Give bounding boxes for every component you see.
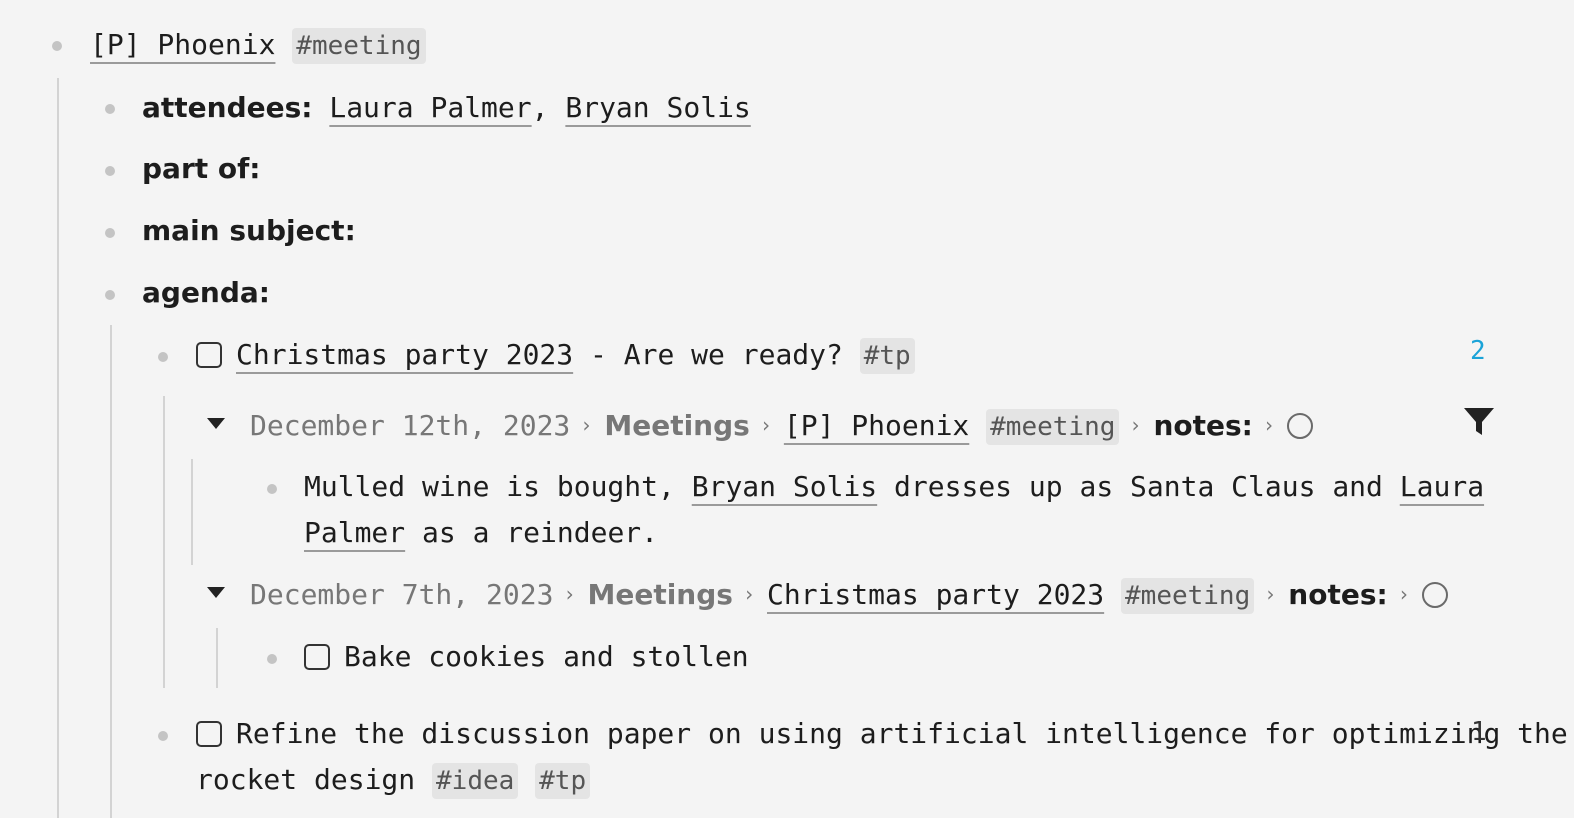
breadcrumb-field[interactable]: notes: xyxy=(1288,578,1387,611)
bullet[interactable] xyxy=(158,352,168,362)
item-text: Refine the discussion paper on using art… xyxy=(236,717,1568,750)
filter-icon[interactable] xyxy=(1463,407,1495,437)
attendees-row: attendees: Laura Palmer, Bryan Solis xyxy=(142,91,751,124)
chevron-right-icon: › xyxy=(759,413,772,437)
tag-tp[interactable]: #tp xyxy=(535,763,591,799)
chevron-right-icon: › xyxy=(580,413,593,437)
item-text: - Are we ready? xyxy=(573,338,843,371)
page-title-link[interactable]: [P] Phoenix xyxy=(90,28,275,61)
circle-status-icon[interactable] xyxy=(1286,413,1313,439)
task-text: Bake cookies and stollen xyxy=(344,640,749,673)
tag-meeting[interactable]: #meeting xyxy=(292,28,426,64)
root-row: [P] Phoenix #meeting xyxy=(90,28,426,64)
chevron-right-icon: › xyxy=(1397,582,1410,606)
breadcrumb-date[interactable]: December 7th, 2023 xyxy=(250,578,553,611)
attendee-link[interactable]: Bryan Solis xyxy=(565,91,750,124)
field-label-agenda: agenda: xyxy=(142,276,270,309)
chevron-right-icon: › xyxy=(563,582,576,606)
note-text: as a reindeer. xyxy=(422,516,659,549)
tag-meeting[interactable]: #meeting xyxy=(986,409,1120,445)
breadcrumb-date[interactable]: December 12th, 2023 xyxy=(250,409,570,442)
bullet[interactable] xyxy=(52,41,62,51)
bullet[interactable] xyxy=(105,290,115,300)
attendee-link[interactable]: Laura Palmer xyxy=(329,91,531,124)
indent-guide xyxy=(110,325,112,818)
checkbox-icon[interactable] xyxy=(196,721,222,747)
chevron-right-icon: › xyxy=(742,582,755,606)
reference-count[interactable]: 2 xyxy=(1470,336,1486,366)
field-label-main-subject: main subject: xyxy=(142,214,356,247)
indent-guide xyxy=(191,459,193,565)
field-label-attendees: attendees: xyxy=(142,91,313,124)
breadcrumb-folder[interactable]: Meetings xyxy=(587,578,732,611)
breadcrumb-folder[interactable]: Meetings xyxy=(604,409,749,442)
breadcrumb-page[interactable]: [P] Phoenix xyxy=(784,409,969,442)
separator: , xyxy=(531,91,549,124)
breadcrumb-field[interactable]: notes: xyxy=(1153,409,1252,442)
reference-breadcrumb: December 12th, 2023 › Meetings › [P] Phoenix… xyxy=(250,409,1313,445)
checkbox-icon[interactable] xyxy=(196,342,222,368)
bullet[interactable] xyxy=(105,228,115,238)
bullet[interactable] xyxy=(267,484,277,494)
note-text-line2: Palmer as a reindeer. xyxy=(304,516,658,549)
collapse-triangle-icon[interactable] xyxy=(207,418,225,429)
agenda-item: Christmas party 2023 - Are we ready? #tp xyxy=(196,338,915,374)
bullet[interactable] xyxy=(158,731,168,741)
note-text: Mulled wine is bought, xyxy=(304,470,675,503)
checkbox-icon[interactable] xyxy=(304,644,330,670)
bullet[interactable] xyxy=(105,166,115,176)
breadcrumb-page[interactable]: Christmas party 2023 xyxy=(767,578,1104,611)
tag-tp[interactable]: #tp xyxy=(859,338,915,374)
agenda-item-line1: Refine the discussion paper on using art… xyxy=(196,717,1568,750)
field-label-part-of: part of: xyxy=(142,152,261,185)
indent-guide xyxy=(163,396,165,688)
item-text: rocket design xyxy=(196,763,416,796)
note-text-line1: Mulled wine is bought, Bryan Solis dress… xyxy=(304,470,1484,503)
bullet[interactable] xyxy=(105,104,115,114)
agenda-item-line2: rocket design #idea #tp xyxy=(196,763,591,799)
tag-idea[interactable]: #idea xyxy=(432,763,519,799)
note-text: dresses up as Santa Claus and xyxy=(894,470,1383,503)
chevron-right-icon: › xyxy=(1262,413,1275,437)
circle-status-icon[interactable] xyxy=(1421,582,1448,608)
bullet[interactable] xyxy=(267,654,277,664)
tag-meeting[interactable]: #meeting xyxy=(1121,578,1255,614)
reference-count[interactable]: 1 xyxy=(1471,717,1487,747)
person-link[interactable]: Bryan Solis xyxy=(692,470,877,503)
task-item: Bake cookies and stollen xyxy=(304,640,749,673)
indent-guide xyxy=(216,628,218,688)
collapse-triangle-icon[interactable] xyxy=(207,587,225,598)
person-link[interactable]: Palmer xyxy=(304,516,405,549)
reference-breadcrumb: December 7th, 2023 › Meetings › Christmas pa… xyxy=(250,578,1448,614)
chevron-right-icon: › xyxy=(1129,413,1142,437)
chevron-right-icon: › xyxy=(1264,582,1277,606)
person-link[interactable]: Laura xyxy=(1400,470,1484,503)
indent-guide xyxy=(57,78,59,818)
page-link[interactable]: Christmas party 2023 xyxy=(236,338,573,371)
